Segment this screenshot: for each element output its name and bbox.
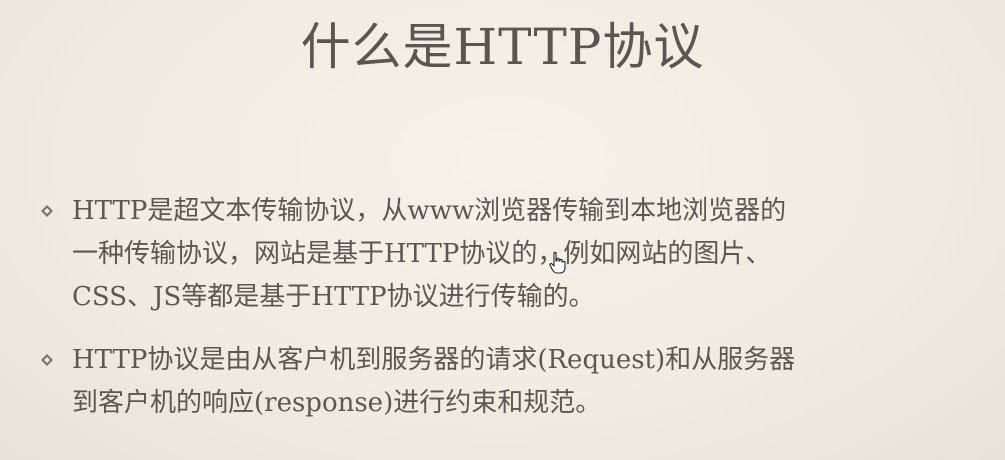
- bullet-item: HTTP是超文本传输协议，从www浏览器传输到本地浏览器的 一种传输协议，网站是…: [36, 190, 936, 319]
- bullet-item: HTTP协议是由从客户机到服务器的请求(Request)和从服务器 到客户机的响…: [36, 339, 936, 425]
- bullet-line: HTTP是超文本传输协议，从www浏览器传输到本地浏览器的: [72, 196, 787, 226]
- hand-pointer-icon: [549, 251, 566, 274]
- slide-title: 什么是HTTP协议: [300, 18, 705, 76]
- bullet-line: 一种传输协议，网站是基于HTTP协议的，例如网站的图片、: [72, 239, 772, 269]
- diamond-bullet-icon: [41, 354, 53, 366]
- diamond-bullet-icon: [41, 205, 53, 217]
- bullet-line: HTTP协议是由从客户机到服务器的请求(Request)和从服务器: [72, 345, 796, 375]
- bullet-list: HTTP是超文本传输协议，从www浏览器传输到本地浏览器的 一种传输协议，网站是…: [36, 190, 936, 425]
- bullet-line: 到客户机的响应(response)进行约束和规范。: [72, 388, 602, 418]
- bullet-line: CSS、JS等都是基于HTTP协议进行传输的。: [72, 282, 595, 312]
- presentation-slide: 什么是HTTP协议 HTTP是超文本传输协议，从www浏览器传输到本地浏览器的 …: [0, 0, 1005, 460]
